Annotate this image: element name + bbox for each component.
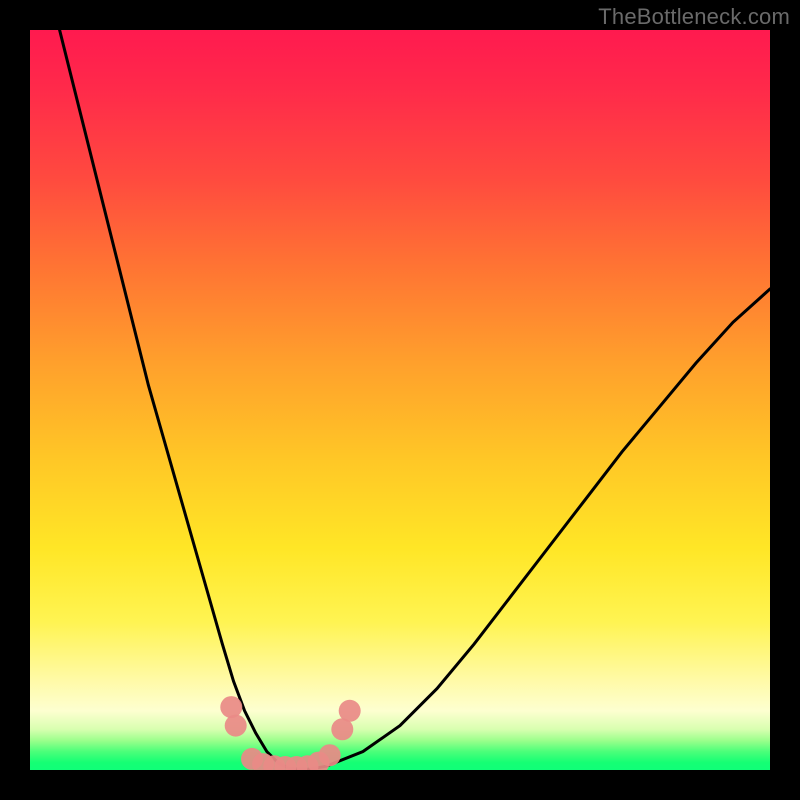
bottom-marker [220,696,242,718]
plot-area [30,30,770,770]
curve-layer [30,30,770,770]
bottom-marker [319,744,341,766]
bottom-marker [225,715,247,737]
chart-frame: TheBottleneck.com [0,0,800,800]
bottom-marker [339,700,361,722]
watermark-text: TheBottleneck.com [598,4,790,30]
bottom-marker-group [220,696,360,770]
bottleneck-curve [60,30,770,769]
